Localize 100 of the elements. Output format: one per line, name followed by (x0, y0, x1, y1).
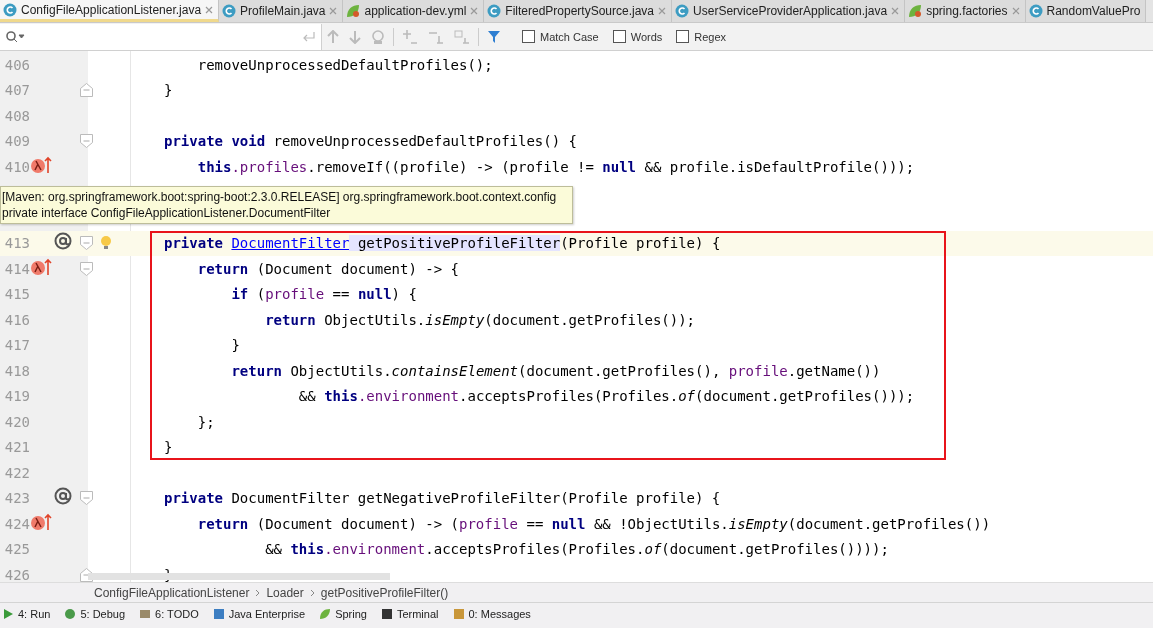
todo-icon (139, 608, 152, 620)
file-tab[interactable]: ConfigFileApplicationListener.java (0, 0, 220, 22)
annotation-icon (54, 487, 72, 506)
file-tab[interactable]: ProfileMain.java (219, 0, 344, 22)
line-number: 406 (4, 56, 30, 73)
line-number: 422 (4, 464, 30, 481)
tool-window-button[interactable]: 5: Debug (64, 608, 126, 620)
search-icon[interactable] (6, 30, 26, 43)
breadcrumb-item[interactable]: ConfigFileApplicationListener (94, 585, 250, 600)
code-line: } (230, 337, 241, 354)
tool-window-button[interactable]: 4: Run (2, 608, 51, 620)
tool-window-button[interactable]: Terminal (380, 608, 439, 620)
filter-icon[interactable] (487, 29, 503, 44)
code-line: return (Document document) -> (profile == null && !ObjectUtils.isEmpty(document.getProfiles()) (196, 515, 992, 532)
code-line: private void removeUnprocessedDefaultProfiles() { (163, 133, 578, 150)
line-number: 421 (4, 439, 30, 456)
fold-marker-icon[interactable] (80, 134, 93, 149)
file-tab[interactable]: RandomValuePro (1025, 0, 1147, 22)
file-tab[interactable]: application-dev.yml (343, 0, 485, 22)
enter-icon (303, 31, 315, 42)
lightbulb-icon[interactable] (100, 235, 112, 252)
class-icon (3, 2, 17, 17)
search-field[interactable] (0, 23, 322, 50)
option-checkbox[interactable]: Regex (676, 30, 727, 43)
tool-window-button[interactable]: 0: Messages (452, 608, 531, 620)
leaf-icon (346, 4, 361, 18)
tool-window-button[interactable]: Java Enterprise (212, 608, 306, 620)
line-number: 410 (4, 158, 30, 175)
line-number: 414 (4, 260, 30, 277)
remove-selection-icon[interactable] (428, 29, 444, 44)
close-icon[interactable] (1011, 7, 1020, 15)
terminal-icon (380, 608, 393, 620)
tool-window-button[interactable]: Spring (319, 608, 367, 620)
enterprise-icon (212, 608, 225, 620)
arrow-up-icon[interactable] (327, 29, 339, 44)
tool-window-button[interactable]: 6: TODO (139, 608, 199, 620)
file-tab[interactable]: FilteredPropertySource.java (484, 0, 673, 22)
code-line: } (163, 82, 174, 99)
chevron-icon (255, 588, 261, 597)
line-number: 407 (4, 82, 30, 99)
lambda-override-icon (30, 257, 52, 276)
code-line: && this.environment.acceptsProfiles(Profiles.of(document.getProfiles())); (297, 388, 916, 405)
line-number: 409 (4, 133, 30, 150)
close-icon[interactable] (470, 7, 479, 15)
line-number: 416 (4, 311, 30, 328)
find-all-icon[interactable] (371, 29, 385, 44)
leaf-icon (908, 4, 923, 18)
class-icon (1028, 4, 1043, 18)
messages-icon (452, 608, 465, 620)
tooltip-text: [Maven: org.springframework.boot:spring-boot:2.3.0.RELEASE] org.springframework.boot.context.config (2, 189, 557, 206)
code-line: private DocumentFilter getNegativeProfileFilter(Profile profile) { (163, 490, 722, 507)
code-line: return ObjectUtils.isEmpty(document.getProfiles()); (264, 311, 697, 328)
line-number: 424 (4, 515, 30, 532)
arrow-down-icon[interactable] (349, 29, 361, 44)
line-number: 413 (4, 235, 30, 252)
option-checkbox[interactable]: Match Case (522, 30, 599, 43)
spring-icon (319, 608, 332, 620)
close-icon[interactable] (329, 7, 338, 15)
chevron-icon (309, 588, 315, 597)
file-tab[interactable]: spring.factories (905, 0, 1026, 22)
type-link[interactable]: DocumentFilter (231, 235, 350, 252)
file-tab[interactable]: UserServiceProviderApplication.java (672, 0, 906, 22)
select-all-icon[interactable] (454, 29, 470, 44)
close-icon[interactable] (658, 7, 667, 15)
fold-marker-icon[interactable] (80, 491, 93, 506)
breadcrumb-item[interactable]: Loader (266, 585, 304, 600)
line-number: 419 (4, 388, 30, 405)
annotation-icon (54, 232, 72, 251)
tooltip-text: private interface ConfigFileApplicationListener.DocumentFilter (2, 205, 332, 222)
code-line: removeUnprocessedDefaultProfiles(); (196, 56, 494, 73)
breadcrumb-item[interactable]: getPositiveProfileFilter() (320, 585, 449, 600)
code-line: } (163, 439, 174, 456)
class-icon (222, 4, 237, 18)
run-icon (2, 608, 14, 620)
line-number: 408 (4, 107, 30, 124)
close-icon[interactable] (205, 5, 214, 14)
code-line: return (Document document) -> { (196, 260, 460, 277)
class-icon (487, 4, 502, 18)
code-line: if (profile == null) { (230, 286, 418, 303)
line-number: 426 (4, 566, 30, 582)
class-icon (675, 4, 690, 18)
lambda-override-icon (30, 155, 52, 174)
code-line: this.profiles.removeIf((profile) -> (profile != null && profile.isDefaultProfile())); (196, 158, 916, 175)
code-line: }; (196, 413, 216, 430)
line-number: 423 (4, 490, 30, 507)
fold-marker-icon[interactable] (80, 83, 93, 98)
add-selection-icon[interactable] (402, 29, 418, 44)
debug-icon (64, 608, 77, 620)
lambda-override-icon (30, 512, 52, 531)
code-line: && this.environment.acceptsProfiles(Profiles.of(document.getProfiles()))); (264, 541, 890, 558)
option-checkbox[interactable]: Words (612, 30, 663, 43)
line-number: 417 (4, 337, 30, 354)
fold-marker-icon[interactable] (80, 261, 93, 276)
line-number: 420 (4, 413, 30, 430)
code-line: private DocumentFilter getPositiveProfileFilter(Profile profile) { (163, 235, 722, 252)
close-icon[interactable] (891, 7, 900, 15)
line-number: 418 (4, 362, 30, 379)
code-line: return ObjectUtils.containsElement(document.getProfiles(), profile.getName()) (230, 362, 882, 379)
line-number: 415 (4, 286, 30, 303)
fold-marker-icon[interactable] (80, 236, 93, 251)
